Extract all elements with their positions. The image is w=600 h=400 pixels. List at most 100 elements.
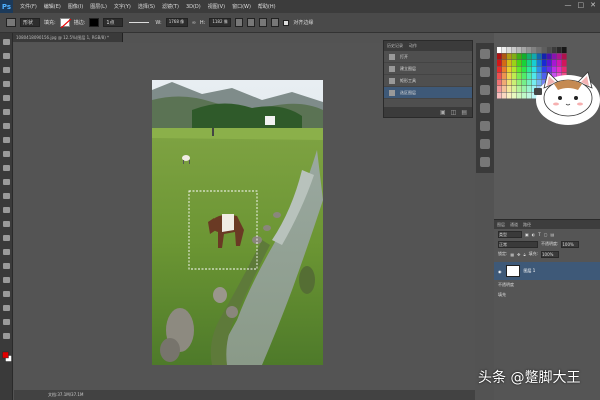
- color-swatch[interactable]: [507, 60, 512, 66]
- color-swatch[interactable]: [522, 79, 527, 86]
- color-swatch[interactable]: [522, 92, 527, 99]
- color-swatch[interactable]: [547, 53, 552, 60]
- close-icon[interactable]: ✕: [590, 1, 596, 9]
- pen-tool-icon[interactable]: [3, 235, 10, 241]
- color-swatch[interactable]: [552, 53, 557, 60]
- width-input[interactable]: 1768 像: [165, 18, 188, 27]
- layer-item[interactable]: ◉ 图层 1: [494, 262, 600, 280]
- eraser-tool-icon[interactable]: [3, 179, 10, 185]
- color-swatch[interactable]: [557, 53, 562, 60]
- color-swatch[interactable]: [497, 60, 502, 66]
- color-swatch[interactable]: [502, 66, 507, 73]
- path-ops-icon[interactable]: [235, 18, 244, 27]
- color-swatch[interactable]: [542, 47, 547, 53]
- history-item-active[interactable]: 选区图层: [384, 87, 472, 99]
- color-swatch[interactable]: [502, 92, 507, 99]
- info-panel-icon[interactable]: [480, 157, 490, 167]
- document-image[interactable]: [152, 80, 323, 365]
- history-item[interactable]: 矩形工具: [384, 75, 472, 87]
- color-swatch[interactable]: [507, 86, 512, 92]
- rectangle-tool-icon[interactable]: [3, 277, 10, 283]
- menu-select[interactable]: 选择(S): [138, 3, 155, 10]
- pixel-filter-icon[interactable]: ▣: [525, 232, 529, 237]
- color-swatch[interactable]: [522, 60, 527, 66]
- tab-paths[interactable]: 路径: [523, 222, 531, 228]
- menu-layer[interactable]: 图层(L): [90, 3, 107, 10]
- lock-position-icon[interactable]: ✥: [517, 252, 520, 257]
- color-swatch[interactable]: [497, 73, 502, 79]
- color-swatch[interactable]: [517, 79, 522, 86]
- color-swatch[interactable]: [517, 60, 522, 66]
- color-swatch[interactable]: [532, 53, 537, 60]
- minimize-icon[interactable]: —: [565, 1, 572, 9]
- lock-pixels-icon[interactable]: ▦: [510, 252, 514, 257]
- path-selection-tool-icon[interactable]: [3, 263, 10, 269]
- gear-icon[interactable]: [271, 18, 280, 27]
- color-swatch[interactable]: [507, 92, 512, 99]
- magic-wand-tool-icon[interactable]: [3, 81, 10, 87]
- color-swatch[interactable]: [502, 79, 507, 86]
- 3d-tool-icon[interactable]: [3, 291, 10, 297]
- color-swatch[interactable]: [537, 53, 542, 60]
- type-filter-icon[interactable]: T: [538, 232, 540, 237]
- lock-all-icon[interactable]: 🔒︎: [524, 252, 526, 257]
- gradient-tool-icon[interactable]: [3, 193, 10, 199]
- shape-mode-select[interactable]: 形状: [20, 18, 40, 27]
- paragraph-panel-icon[interactable]: [480, 121, 490, 131]
- lasso-tool-icon[interactable]: [3, 67, 10, 73]
- color-swatch[interactable]: [547, 47, 552, 53]
- color-swatch[interactable]: [557, 47, 562, 53]
- color-swatch[interactable]: [502, 47, 507, 53]
- blend-mode-select[interactable]: 正常: [498, 240, 538, 248]
- color-swatch[interactable]: [552, 47, 557, 53]
- crop-tool-icon[interactable]: [3, 95, 10, 101]
- color-panel-icon[interactable]: [480, 67, 490, 77]
- blur-tool-icon[interactable]: [3, 207, 10, 213]
- restore-icon[interactable]: □: [578, 1, 585, 9]
- align-edges-checkbox[interactable]: [283, 19, 290, 26]
- history-panel-icon[interactable]: [480, 49, 490, 59]
- smart-filter-icon[interactable]: ▤: [551, 232, 555, 237]
- color-swatch[interactable]: [507, 66, 512, 73]
- visibility-eye-icon[interactable]: ◉: [498, 269, 502, 274]
- color-swatch[interactable]: [502, 53, 507, 60]
- color-swatch[interactable]: [522, 47, 527, 53]
- move-tool-icon[interactable]: [3, 39, 10, 45]
- tab-history[interactable]: 历史记录: [387, 43, 403, 49]
- history-item[interactable]: 打开: [384, 51, 472, 63]
- tab-channels[interactable]: 通道: [510, 222, 518, 228]
- color-swatch[interactable]: [517, 47, 522, 53]
- color-swatch[interactable]: [522, 73, 527, 79]
- color-swatch[interactable]: [537, 47, 542, 53]
- color-swatch[interactable]: [527, 47, 532, 53]
- menu-file[interactable]: 文件(F): [20, 3, 37, 10]
- stroke-width-input[interactable]: 1点: [103, 18, 124, 27]
- color-swatch[interactable]: [517, 73, 522, 79]
- color-swatches[interactable]: [2, 351, 12, 363]
- color-swatch[interactable]: [507, 47, 512, 53]
- color-swatch[interactable]: [562, 47, 567, 53]
- color-swatch[interactable]: [497, 66, 502, 73]
- color-swatch[interactable]: [502, 86, 507, 92]
- eyedropper-tool-icon[interactable]: [3, 109, 10, 115]
- color-swatch[interactable]: [512, 47, 517, 53]
- color-swatch[interactable]: [512, 92, 517, 99]
- color-swatch[interactable]: [507, 53, 512, 60]
- menu-help[interactable]: 帮助(H): [258, 3, 276, 10]
- fill-input[interactable]: 100%: [541, 250, 559, 258]
- clone-stamp-tool-icon[interactable]: [3, 151, 10, 157]
- color-swatch[interactable]: [512, 73, 517, 79]
- history-item[interactable]: 建立图层: [384, 63, 472, 75]
- healing-brush-tool-icon[interactable]: [3, 123, 10, 129]
- color-swatch[interactable]: [512, 86, 517, 92]
- color-swatch[interactable]: [502, 60, 507, 66]
- adjustments-panel-icon[interactable]: [480, 85, 490, 95]
- color-swatch[interactable]: [497, 86, 502, 92]
- menu-image[interactable]: 图像(I): [68, 3, 83, 10]
- path-align-icon[interactable]: [247, 18, 256, 27]
- menu-type[interactable]: 文字(Y): [114, 3, 131, 10]
- menu-3d[interactable]: 3D(D): [186, 4, 201, 10]
- marquee-tool-icon[interactable]: [3, 53, 10, 59]
- color-swatch[interactable]: [527, 53, 532, 60]
- height-input[interactable]: 1182 像: [209, 18, 232, 27]
